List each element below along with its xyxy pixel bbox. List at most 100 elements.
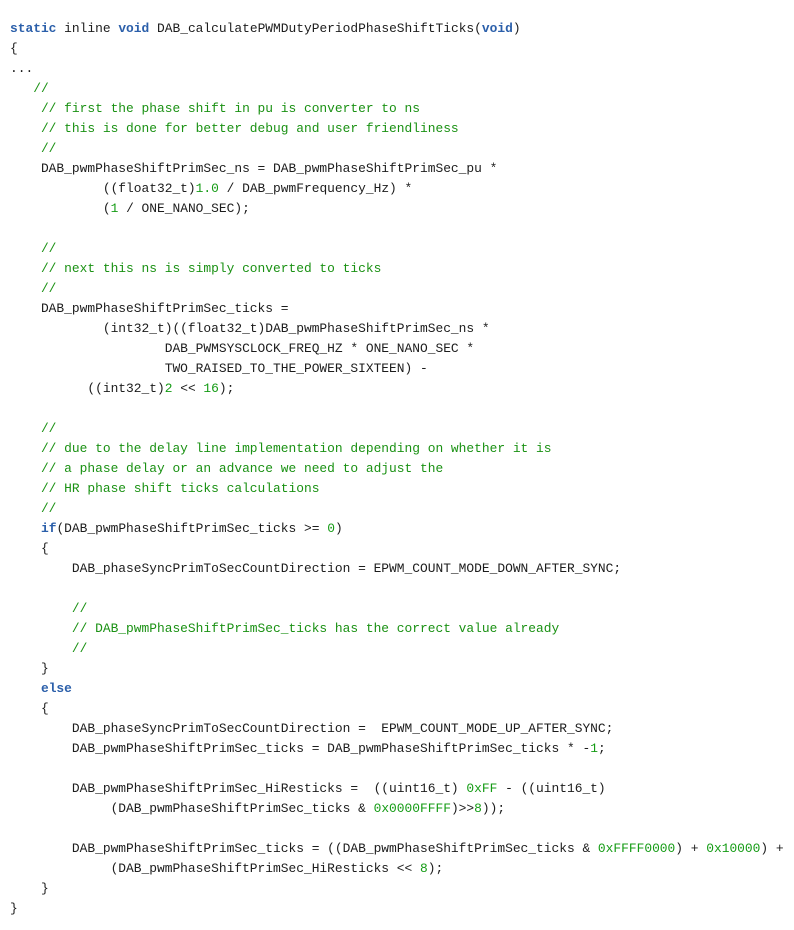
code-token-plain: ((int32_t) <box>10 380 165 396</box>
code-line: // <box>10 419 794 439</box>
code-line: // next this ns is simply converted to t… <box>10 259 794 279</box>
code-line: // <box>10 639 794 659</box>
code-line: static inline void DAB_calculatePWMDutyP… <box>10 19 794 39</box>
code-token-plain: (DAB_pwmPhaseShiftPrimSec_ticks >= <box>56 520 328 536</box>
code-line: } <box>10 899 794 919</box>
code-token-number: 0 <box>327 520 335 536</box>
code-token-plain: ... <box>10 60 34 76</box>
code-line: (1 / ONE_NANO_SEC); <box>10 199 794 219</box>
code-token-plain: - ((uint16_t) <box>497 780 606 796</box>
code-line: ... <box>10 59 794 79</box>
code-line: } <box>10 659 794 679</box>
code-token-number: 16 <box>203 380 219 396</box>
code-token-plain: DAB_phaseSyncPrimToSecCountDirection = E… <box>10 720 614 736</box>
code-token-comment: // due to the delay line implementation … <box>10 440 552 456</box>
code-token-number: 0xFF <box>466 780 498 796</box>
code-token-number: 1 <box>590 740 598 756</box>
code-token-plain: } <box>10 900 18 916</box>
code-token-plain: / DAB_pwmFrequency_Hz) * <box>218 180 413 196</box>
code-token-plain: ); <box>427 860 444 876</box>
code-token-comment: // <box>10 80 49 96</box>
code-line: (DAB_pwmPhaseShiftPrimSec_HiResticks << … <box>10 859 794 879</box>
code-token-plain: << <box>172 380 204 396</box>
code-token-keyword: else <box>40 680 72 696</box>
code-token-plain: (DAB_pwmPhaseShiftPrimSec_HiResticks << <box>10 860 420 876</box>
code-token-plain: DAB_calculatePWMDutyPeriodPhaseShiftTick… <box>149 20 482 36</box>
code-line: // HR phase shift ticks calculations <box>10 479 794 499</box>
code-token-plain: )); <box>481 800 506 816</box>
code-token-comment: // next this ns is simply converted to t… <box>10 260 382 276</box>
code-line: { <box>10 539 794 559</box>
code-token-comment: // <box>10 500 57 516</box>
code-token-plain: TWO_RAISED_TO_THE_POWER_SIXTEEN) - <box>10 360 428 376</box>
code-token-plain: / ONE_NANO_SEC); <box>118 200 250 216</box>
code-line: // due to the delay line implementation … <box>10 439 794 459</box>
code-line: // DAB_pwmPhaseShiftPrimSec_ticks has th… <box>10 619 794 639</box>
code-token-plain: DAB_pwmPhaseShiftPrimSec_ticks = DAB_pwm… <box>10 740 591 756</box>
code-token-keyword: void <box>481 20 513 36</box>
code-token-plain: DAB_pwmPhaseShiftPrimSec_ticks = ((DAB_p… <box>10 840 598 856</box>
code-token-number: 1.0 <box>195 180 219 196</box>
code-line: DAB_phaseSyncPrimToSecCountDirection = E… <box>10 559 794 579</box>
code-token-plain: )>> <box>450 800 475 816</box>
code-token-comment: // <box>10 420 57 436</box>
code-token-comment: // <box>10 280 57 296</box>
code-token-keyword: if <box>40 520 57 536</box>
code-token-number: 0xFFFF0000 <box>597 840 676 856</box>
code-line: DAB_phaseSyncPrimToSecCountDirection = E… <box>10 719 794 739</box>
code-line: // <box>10 599 794 619</box>
code-token-comment: // <box>10 240 57 256</box>
code-line: ((float32_t)1.0 / DAB_pwmFrequency_Hz) * <box>10 179 794 199</box>
code-line: (int32_t)((float32_t)DAB_pwmPhaseShiftPr… <box>10 319 794 339</box>
code-token-comment: // <box>10 140 57 156</box>
code-line: DAB_pwmPhaseShiftPrimSec_ticks = ((DAB_p… <box>10 839 794 859</box>
code-token-plain: { <box>10 540 49 556</box>
code-token-number: 0x0000FFFF <box>373 800 451 816</box>
code-token-comment: // this is done for better debug and use… <box>10 120 459 136</box>
code-token-plain: DAB_pwmPhaseShiftPrimSec_ticks = <box>10 300 289 316</box>
code-line: ((int32_t)2 << 16); <box>10 379 794 399</box>
code-token-plain: DAB_phaseSyncPrimToSecCountDirection = E… <box>10 560 622 576</box>
code-line: } <box>10 879 794 899</box>
code-listing[interactable]: static inline void DAB_calculatePWMDutyP… <box>0 13 794 919</box>
code-line: DAB_PWMSYSCLOCK_FREQ_HZ * ONE_NANO_SEC * <box>10 339 794 359</box>
code-token-comment: // <box>10 600 88 616</box>
code-token-number: 8 <box>420 860 428 876</box>
code-token-plain: ); <box>218 380 235 396</box>
code-line: if(DAB_pwmPhaseShiftPrimSec_ticks >= 0) <box>10 519 794 539</box>
code-line: // <box>10 139 794 159</box>
code-token-plain: (int32_t)((float32_t)DAB_pwmPhaseShiftPr… <box>10 320 490 336</box>
code-line: DAB_pwmPhaseShiftPrimSec_ticks = DAB_pwm… <box>10 739 794 759</box>
code-token-plain: ((float32_t) <box>10 180 196 196</box>
code-line: DAB_pwmPhaseShiftPrimSec_ticks = <box>10 299 794 319</box>
code-token-plain: ; <box>597 740 606 756</box>
code-line: { <box>10 699 794 719</box>
code-token-comment: // DAB_pwmPhaseShiftPrimSec_ticks has th… <box>10 620 560 636</box>
code-token-comment: // first the phase shift in pu is conver… <box>10 100 420 116</box>
code-line: // a phase delay or an advance we need t… <box>10 459 794 479</box>
code-token-number: 8 <box>474 800 482 816</box>
code-token-plain: DAB_pwmPhaseShiftPrimSec_HiResticks = ((… <box>10 780 467 796</box>
code-line: // <box>10 79 794 99</box>
code-token-comment: // <box>10 640 88 656</box>
code-token-plain: ) + <box>760 840 784 856</box>
code-token-plain: ) <box>334 520 343 536</box>
code-token-comment: // a phase delay or an advance we need t… <box>10 460 444 476</box>
code-line: // this is done for better debug and use… <box>10 119 794 139</box>
code-line: (DAB_pwmPhaseShiftPrimSec_ticks & 0x0000… <box>10 799 794 819</box>
code-token-plain: inline <box>56 20 119 36</box>
code-token-plain: (DAB_pwmPhaseShiftPrimSec_ticks & <box>10 800 374 816</box>
code-line: DAB_pwmPhaseShiftPrimSec_HiResticks = ((… <box>10 779 794 799</box>
code-line: DAB_pwmPhaseShiftPrimSec_ns = DAB_pwmPha… <box>10 159 794 179</box>
code-token-plain: DAB_pwmPhaseShiftPrimSec_ns = DAB_pwmPha… <box>10 160 498 176</box>
code-token-plain: ) <box>512 20 521 36</box>
code-token-plain: DAB_PWMSYSCLOCK_FREQ_HZ * ONE_NANO_SEC * <box>10 340 475 356</box>
code-line: TWO_RAISED_TO_THE_POWER_SIXTEEN) - <box>10 359 794 379</box>
